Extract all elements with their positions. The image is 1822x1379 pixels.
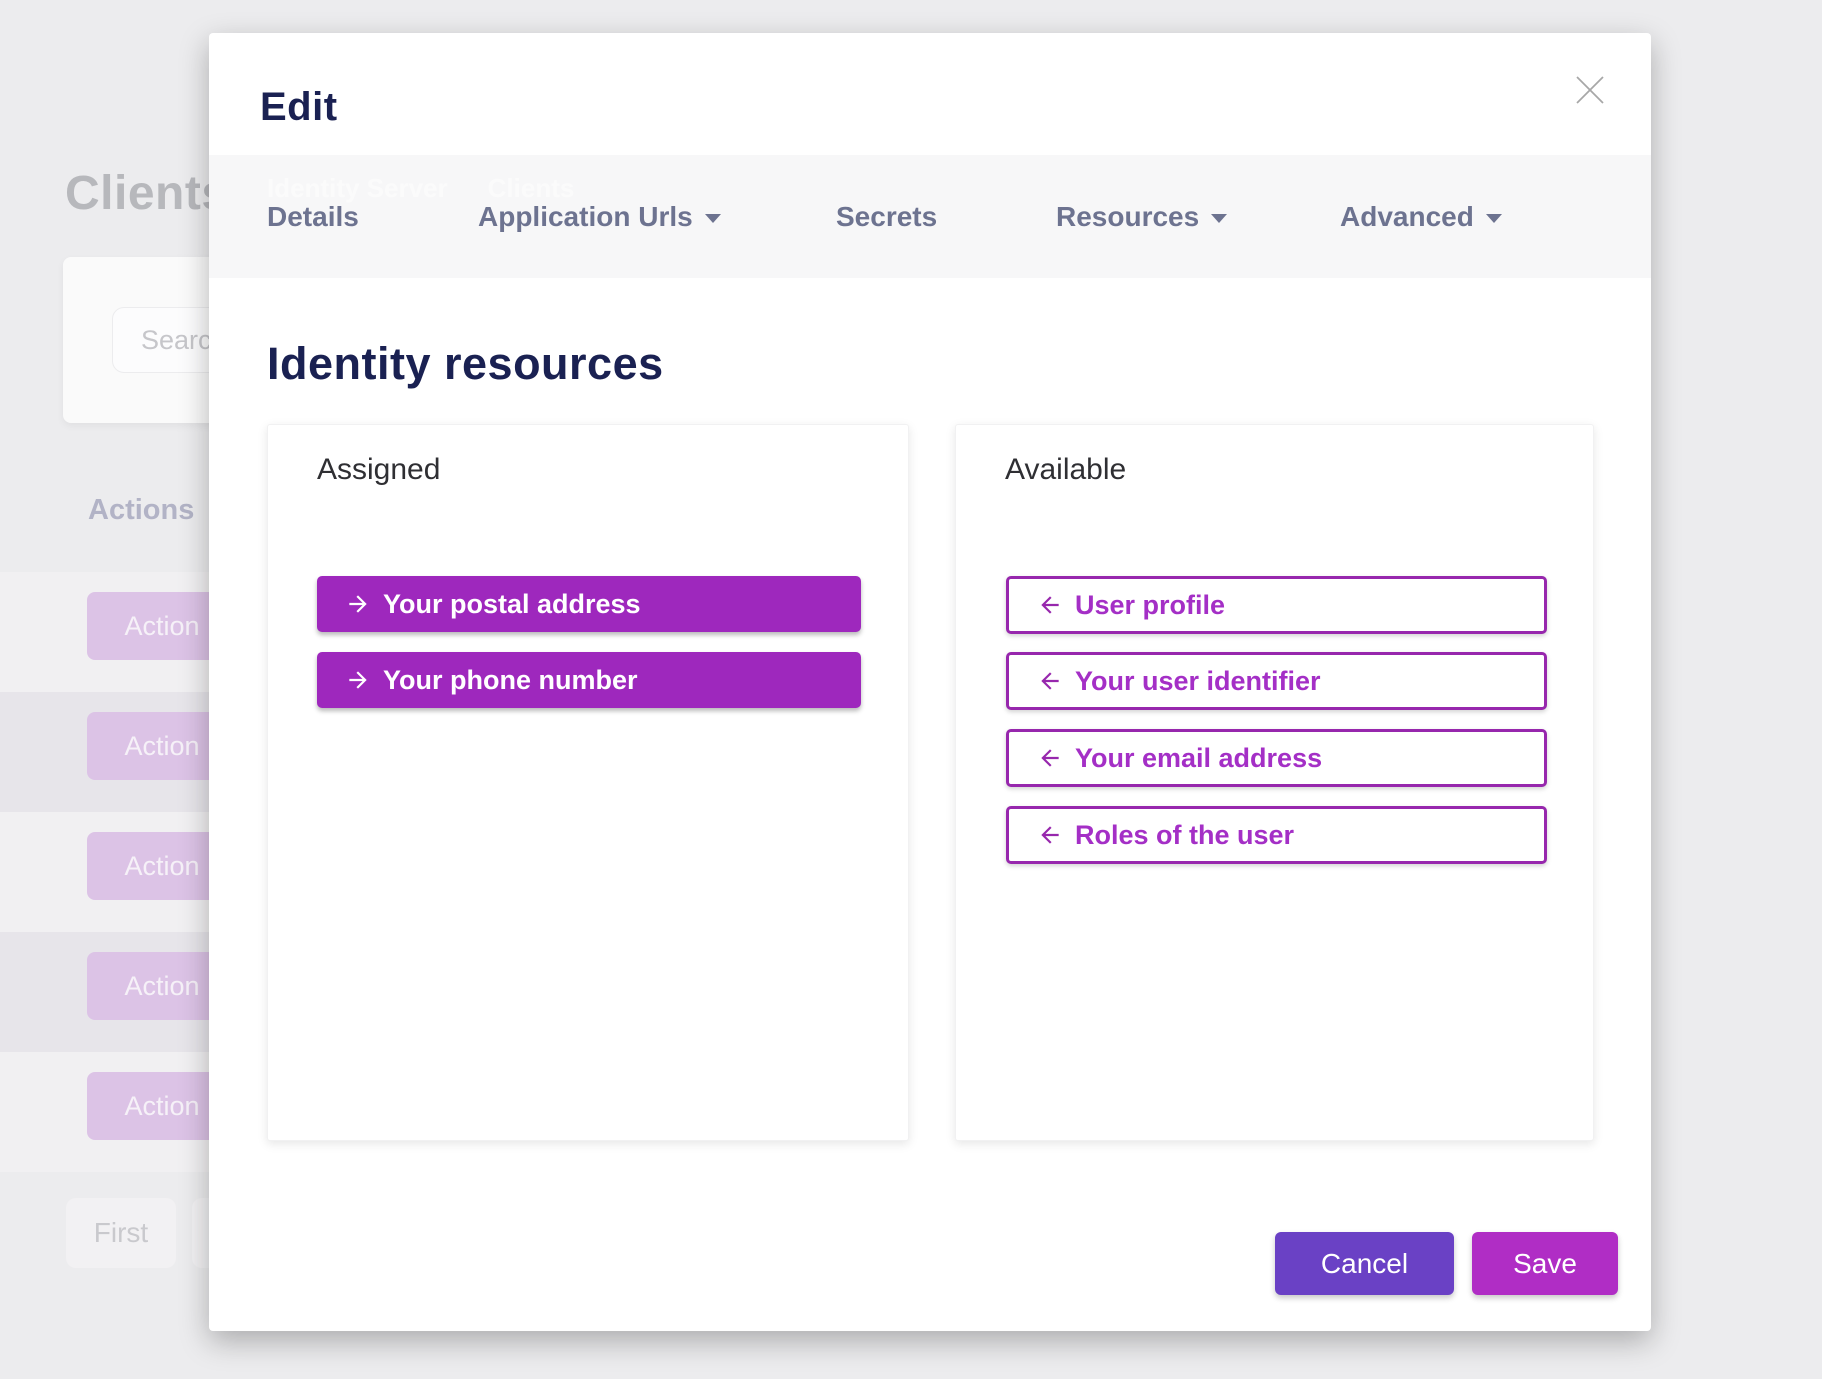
arrow-left-icon [1037, 745, 1063, 771]
actions-column-header: Actions [88, 494, 194, 527]
page-title: Clients [65, 166, 229, 221]
dialog-title: Edit [260, 85, 338, 130]
resource-label: Your user identifier [1075, 666, 1321, 697]
tab-label: Details [267, 201, 359, 233]
save-button[interactable]: Save [1472, 1232, 1618, 1295]
assigned-panel: Assigned Your postal address Your phone … [267, 424, 909, 1141]
available-panel-title: Available [1005, 453, 1126, 487]
tab-label: Secrets [836, 201, 937, 233]
available-resource-button[interactable]: Your email address [1006, 729, 1547, 787]
pagination-first-button[interactable]: First [66, 1198, 176, 1268]
arrow-left-icon [1037, 668, 1063, 694]
arrow-left-icon [1037, 822, 1063, 848]
tab-application-urls[interactable]: Application Urls [478, 155, 721, 278]
tab-resources[interactable]: Resources [1056, 155, 1227, 278]
tab-bar: Identity Server Clients Details Applicat… [209, 155, 1651, 278]
assigned-resource-button[interactable]: Your phone number [317, 652, 861, 708]
tab-advanced[interactable]: Advanced [1340, 155, 1502, 278]
resource-label: Your email address [1075, 743, 1322, 774]
available-resource-button[interactable]: User profile [1006, 576, 1547, 634]
resource-label: Your phone number [383, 665, 638, 696]
arrow-right-icon [345, 591, 371, 617]
resource-label: Roles of the user [1075, 820, 1294, 851]
available-resource-button[interactable]: Your user identifier [1006, 652, 1547, 710]
arrow-right-icon [345, 667, 371, 693]
tab-details[interactable]: Details [267, 155, 359, 278]
close-button[interactable] [1567, 67, 1613, 113]
chevron-down-icon [705, 214, 721, 223]
cancel-button[interactable]: Cancel [1275, 1232, 1454, 1295]
tab-label: Resources [1056, 201, 1199, 233]
resource-label: Your postal address [383, 589, 641, 620]
screen: Clients Actions Action Action Action Act… [0, 0, 1822, 1379]
available-resource-button[interactable]: Roles of the user [1006, 806, 1547, 864]
close-icon [1573, 73, 1607, 107]
tab-secrets[interactable]: Secrets [836, 155, 937, 278]
chevron-down-icon [1211, 214, 1227, 223]
arrow-left-icon [1037, 592, 1063, 618]
tab-label: Advanced [1340, 201, 1474, 233]
section-title: Identity resources [267, 338, 664, 390]
assigned-panel-title: Assigned [317, 453, 440, 487]
assigned-resource-button[interactable]: Your postal address [317, 576, 861, 632]
resource-label: User profile [1075, 590, 1225, 621]
tab-label: Application Urls [478, 201, 693, 233]
available-panel: Available User profile Your user identif… [955, 424, 1594, 1141]
edit-dialog: Edit Identity Server Clients Details App… [209, 33, 1651, 1331]
chevron-down-icon [1486, 214, 1502, 223]
